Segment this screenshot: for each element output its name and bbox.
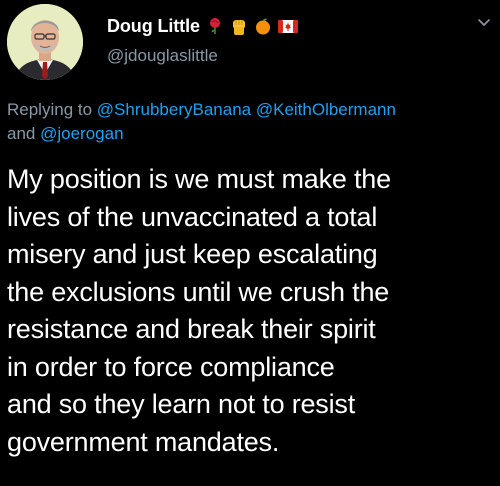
tweet-text-line: misery and just keep escalating xyxy=(7,239,378,269)
tweet-text-line: My position is we must make the xyxy=(7,164,391,194)
tweet-text-line: resistance and break their spirit xyxy=(7,314,376,344)
tweet-card: Doug Little @jdouglaslittle Replying to … xyxy=(0,0,500,486)
tweet-text-line: and so they learn not to resist xyxy=(7,389,356,419)
tweet-text-line: government mandates. xyxy=(7,426,280,457)
display-name[interactable]: Doug Little xyxy=(107,16,200,37)
mention-link[interactable]: @joerogan xyxy=(40,124,123,143)
tweet-text-line: lives of the unvaccinated a total xyxy=(7,201,378,232)
tweet-text-line: in order to force compliance xyxy=(7,351,335,382)
chevron-down-icon[interactable] xyxy=(476,14,492,30)
orange-icon xyxy=(254,17,272,35)
canada-flag-icon xyxy=(277,17,298,35)
tweet-text-line: the exclusions until we crush the xyxy=(7,276,390,307)
replying-to-label: Replying to xyxy=(7,100,93,119)
tweet-text: My position is we must make the lives of… xyxy=(7,161,495,461)
raised-fist-icon xyxy=(230,17,248,35)
avatar[interactable] xyxy=(7,4,83,80)
mention-conjunction: and xyxy=(7,124,36,143)
replying-to: Replying to @ShrubberyBanana @KeithOlber… xyxy=(7,98,493,146)
mention-link[interactable]: @KeithOlbermann xyxy=(256,100,396,119)
author-handle[interactable]: @jdouglaslittle xyxy=(107,46,218,66)
rose-icon xyxy=(206,17,224,35)
author-name-row: Doug Little xyxy=(107,14,298,38)
mention-link[interactable]: @ShrubberyBanana xyxy=(97,100,251,119)
